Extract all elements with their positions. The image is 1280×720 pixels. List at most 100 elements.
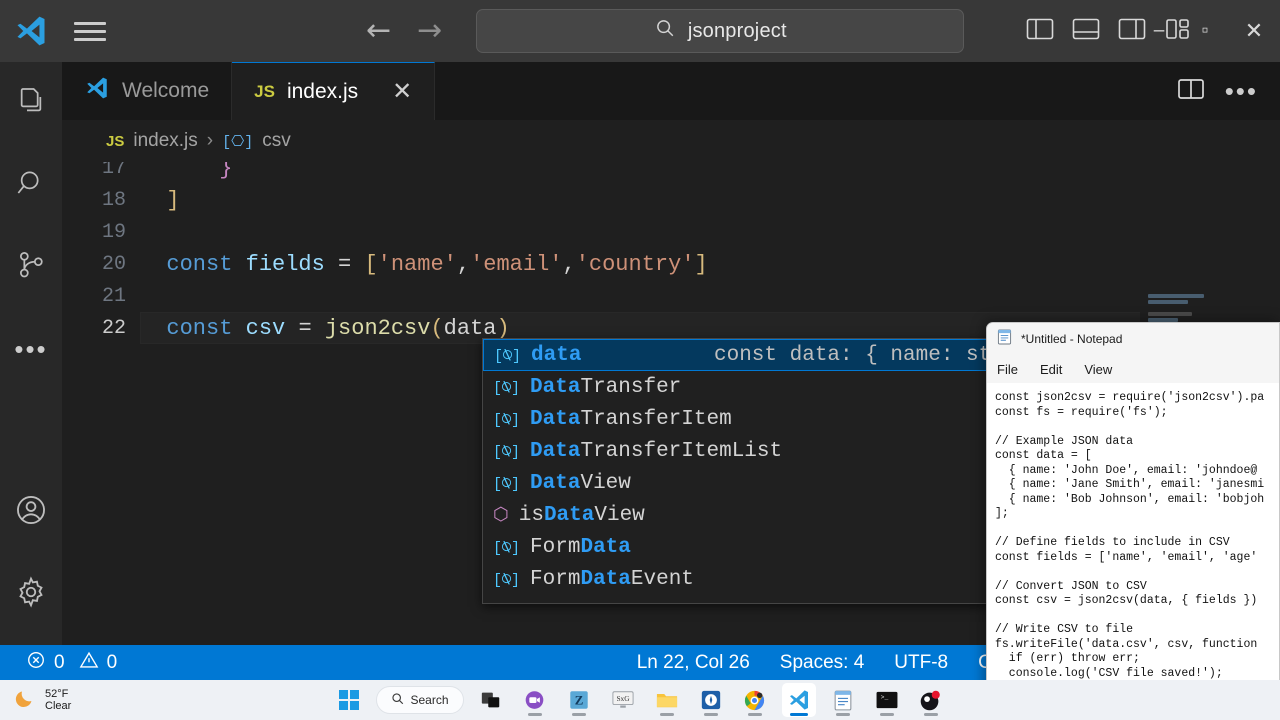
suggestion-item[interactable]: [⍉]dataconst data: { name: str [483,339,999,371]
minimize-button[interactable]: – [1136,0,1182,62]
taskbar-search-label: Search [410,693,448,707]
sidebar-item-accounts[interactable] [0,471,62,553]
variable-symbol-icon: [⍉] [493,538,520,557]
arrow-left-icon[interactable]: ← [366,16,391,46]
breadcrumb-file[interactable]: index.js [133,130,197,152]
suggestion-item[interactable]: [⍉] DataTransfer [483,371,999,403]
taskbar-search[interactable]: Search [376,686,463,714]
class-symbol-icon: ⬡ [493,504,509,526]
suggestion-item[interactable]: [⍉]FormDataEvent [483,563,999,595]
close-icon[interactable]: ✕ [392,80,412,104]
sidebar-item-search[interactable] [0,144,62,226]
taskbar-item-zoom-it[interactable]: Z [562,683,596,717]
ellipsis-icon[interactable]: ••• [1225,86,1258,96]
tab-index-js[interactable]: JS index.js ✕ [232,62,435,120]
status-indentation[interactable]: Spaces: 4 [780,652,865,674]
menu-item-file[interactable]: File [997,362,1018,377]
status-warnings[interactable]: 0 [79,650,118,676]
taskbar-center: Search Z SxG [0,683,1280,717]
code-token: ] [166,188,179,213]
windows-start-button[interactable] [332,683,366,717]
notepad-text-area[interactable]: const json2csv = require('json2csv').pa … [987,383,1279,703]
menu-item-edit[interactable]: Edit [1040,362,1062,377]
code-line: 18 ] [62,184,1280,216]
tab-welcome[interactable]: Welcome [62,62,232,120]
taskbar-item-chrome[interactable] [738,683,772,717]
code-line: 17 } [62,162,1280,184]
code-token: 'name' [378,252,457,277]
code-token: const [166,252,232,277]
code-token: = [338,252,351,277]
line-number: 17 [62,162,140,180]
breadcrumb-symbol[interactable]: csv [262,130,291,152]
taskbar-item-snip-tool[interactable]: SxG [606,683,640,717]
windows-taskbar: 52°F Clear Search Z [0,680,1280,720]
autocomplete-suggestions[interactable]: [⍉]dataconst data: { name: str[⍉]DataTra… [482,338,1000,604]
suggestion-item[interactable]: [⍉]DataView [483,467,999,499]
taskbar-item-visual-studio-code[interactable] [782,683,816,717]
activity-bar: ••• [0,62,62,645]
status-encoding[interactable]: UTF-8 [894,652,948,674]
running-indicator [572,713,586,716]
running-indicator [880,713,894,716]
sidebar-item-source-control[interactable] [0,226,62,308]
running-indicator [748,713,762,716]
toggle-panel-icon[interactable] [1072,17,1100,46]
suggestion-item[interactable]: [⍉]DataTransferItemList [483,435,999,467]
code-token: fields [246,252,325,277]
code-token: data [444,316,497,341]
taskbar-item-outlook[interactable] [694,683,728,717]
sidebar-item-explorer[interactable] [0,62,62,144]
minimap-line [1148,312,1192,316]
minimap-line [1148,300,1188,304]
line-number: 20 [62,253,140,276]
notepad-title-bar: *Untitled - Notepad [987,323,1279,355]
search-icon [391,692,404,708]
taskbar-item-terminal[interactable]: >_ [870,683,904,717]
notepad-icon [997,328,1012,350]
taskbar-item-notepad[interactable] [826,683,860,717]
running-indicator [836,713,850,716]
maximize-button[interactable]: ▫ [1182,0,1228,62]
suggestion-item[interactable]: [⍉]DataTransferItem [483,403,999,435]
suggestion-item[interactable]: ⬡ isDataView [483,499,999,531]
close-button[interactable]: ✕ [1228,0,1280,62]
taskbar-item-file-explorer[interactable] [650,683,684,717]
running-indicator [528,713,542,716]
suggestion-label: DataTransfer [530,376,681,399]
variable-symbol-icon: [⍉] [493,474,520,493]
variable-symbol-icon: [⎔] [222,132,253,151]
sidebar-item-settings[interactable] [0,553,62,635]
code-token [140,252,166,277]
code-token: ) [496,316,509,341]
code-token: ( [430,316,443,341]
vscode-logo-icon [84,75,110,107]
code-line: 20 const fields = ['name','email','count… [62,248,1280,280]
search-input[interactable]: jsonproject [476,9,964,53]
code-token: = [298,316,311,341]
suggestion-item[interactable]: [⍉] FormData [483,531,999,563]
status-errors[interactable]: 0 [26,650,65,676]
source-control-icon [15,249,47,286]
taskbar-item-obs-studio[interactable] [914,683,948,717]
sidebar-item-more-views[interactable]: ••• [0,308,62,390]
code-text: const fields = ['name','email','country'… [140,252,708,277]
taskbar-item-chat[interactable] [518,683,552,717]
menu-item-view[interactable]: View [1084,362,1112,377]
suggestion-label: isDataView [519,504,645,527]
line-number: 18 [62,189,140,212]
status-cursor-position[interactable]: Ln 22, Col 26 [637,652,750,674]
suggestion-label: FormData [530,536,631,559]
code-line: 19 [62,216,1280,248]
taskbar-item-task-view[interactable] [474,683,508,717]
status-bar-left: 0 0 [0,650,117,676]
toggle-primary-sidebar-icon[interactable] [1026,17,1054,46]
code-text: } [140,162,232,181]
variable-symbol-icon: [⍉] [493,378,520,397]
notepad-window[interactable]: *Untitled - Notepad File Edit View const… [986,322,1280,720]
arrow-right-icon[interactable]: → [417,16,442,46]
code-token [140,188,166,213]
hamburger-menu-icon[interactable] [62,22,118,41]
split-editor-right-icon[interactable] [1177,77,1205,106]
code-token [351,252,364,277]
